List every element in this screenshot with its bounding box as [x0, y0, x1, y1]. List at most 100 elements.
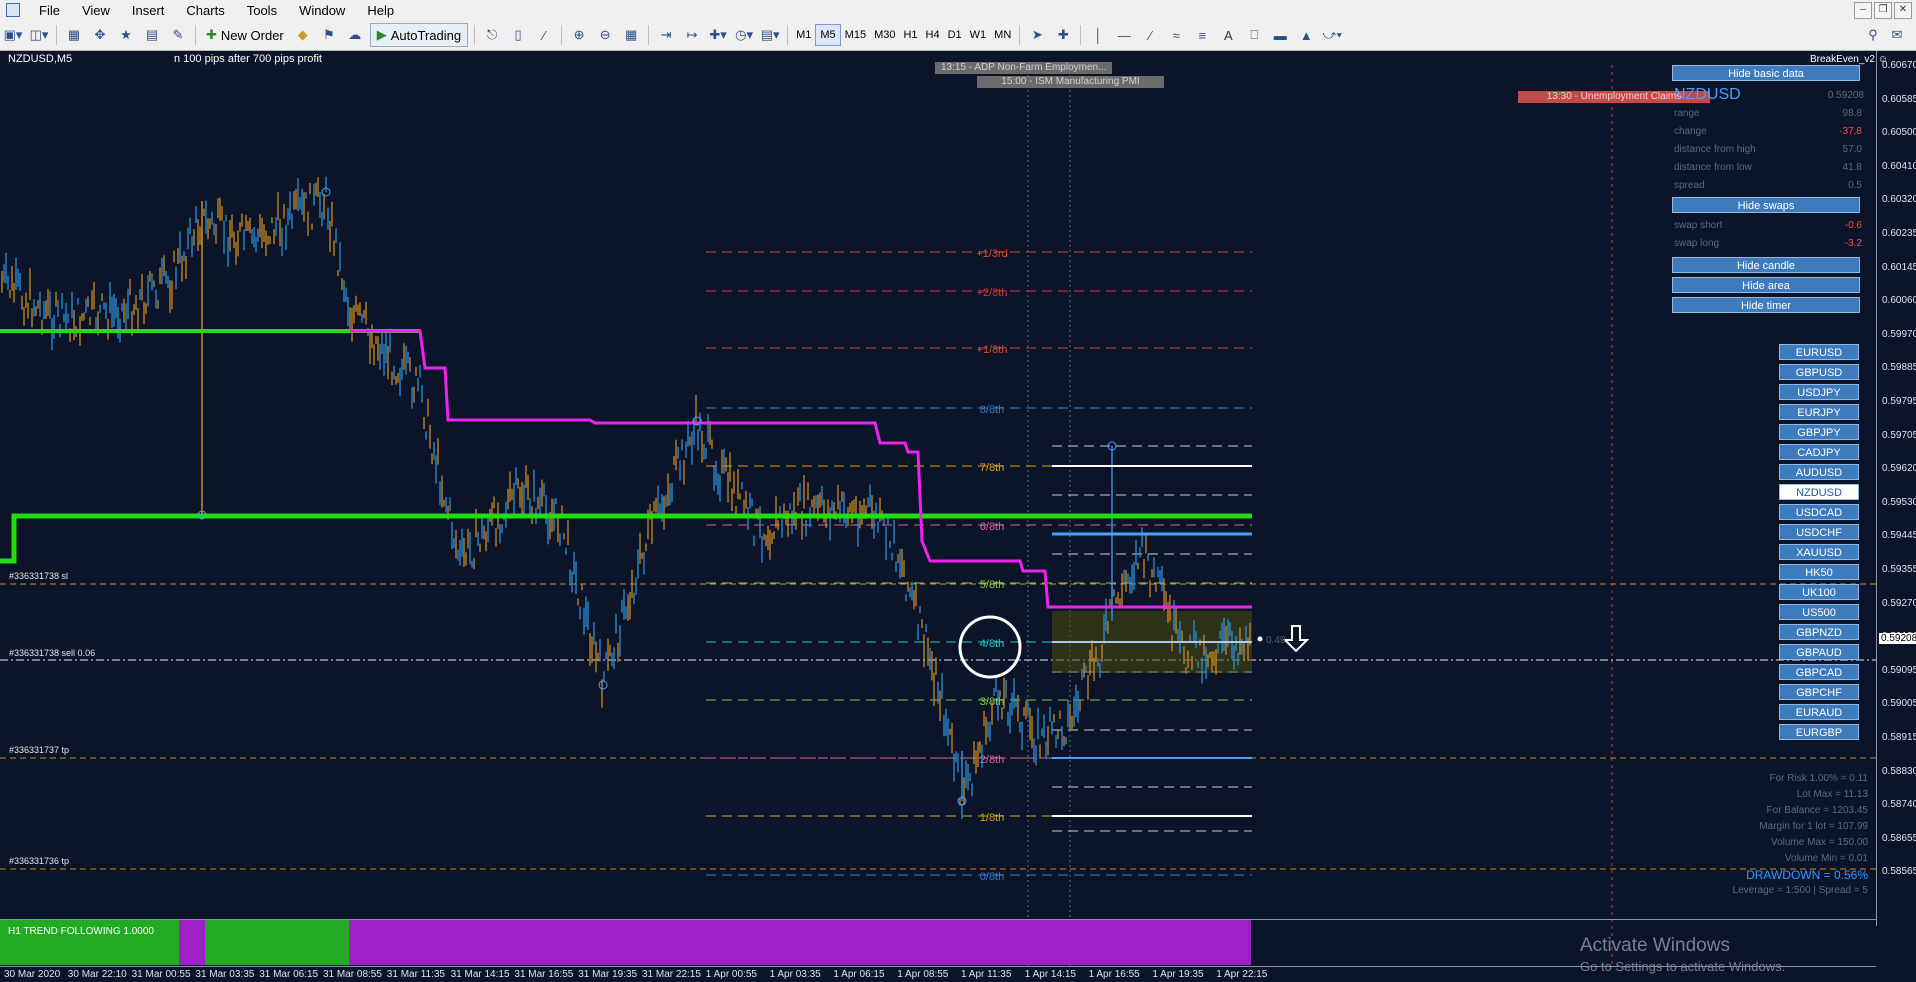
timeframe-m1[interactable]: M1: [792, 25, 815, 45]
indicators-icon[interactable]: ✚▾: [707, 24, 729, 46]
candle-chart-icon[interactable]: ▯: [507, 24, 529, 46]
menu-tools[interactable]: Tools: [236, 3, 288, 18]
panel-row: swap short -0.6: [1672, 217, 1864, 235]
symbol-button-gbpaud[interactable]: GBPAUD: [1779, 644, 1859, 660]
menu-charts[interactable]: Charts: [175, 3, 235, 18]
text-icon[interactable]: A: [1217, 24, 1239, 46]
navigator-icon[interactable]: ★: [115, 24, 137, 46]
templates-icon[interactable]: ▤▾: [759, 24, 781, 46]
autotrading-button[interactable]: ▶ AutoTrading: [369, 23, 469, 47]
horizontal-line-icon[interactable]: —: [1113, 24, 1135, 46]
timeframe-d1[interactable]: D1: [944, 25, 966, 45]
symbol-button-usdcad[interactable]: USDCAD: [1779, 504, 1859, 520]
symbol-button-gbpjpy[interactable]: GBPJPY: [1779, 424, 1859, 440]
fibonacci-icon[interactable]: ≡: [1191, 24, 1213, 46]
time-tick-label: 31 Mar 06:15: [259, 969, 319, 980]
price-tick-label: 0.59270: [1882, 597, 1916, 609]
menu-help[interactable]: Help: [356, 3, 405, 18]
price-chart[interactable]: +1/3rd +2/8th +1/8th 8/8th 7/8th 6/8th 5/8th 4/…: [0, 51, 1876, 981]
periods-icon[interactable]: ◷▾: [733, 24, 755, 46]
cursor-icon[interactable]: ➤: [1026, 24, 1048, 46]
chat-icon[interactable]: ✉: [1886, 24, 1908, 46]
menu-view[interactable]: View: [71, 3, 121, 18]
signals-icon[interactable]: ⚑: [318, 24, 340, 46]
arrows-icon[interactable]: ⤻▾: [1321, 24, 1343, 46]
hide-area-button[interactable]: Hide area: [1672, 277, 1860, 293]
data-window-icon[interactable]: ✥: [89, 24, 111, 46]
market-watch-icon[interactable]: ▦: [63, 24, 85, 46]
symbol-button-audusd[interactable]: AUDUSD: [1779, 464, 1859, 480]
new-chart-icon[interactable]: ▣▾: [2, 24, 24, 46]
current-price-label: 0.59208: [1879, 633, 1916, 644]
timeframe-mn[interactable]: MN: [990, 25, 1015, 45]
symbol-button-gbpcad[interactable]: GBPCAD: [1779, 664, 1859, 680]
symbol-button-cadjpy[interactable]: CADJPY: [1779, 444, 1859, 460]
bar-chart-icon[interactable]: ⎋: [481, 24, 503, 46]
new-order-button[interactable]: ✚ New Order: [202, 24, 288, 46]
chart-window[interactable]: +1/3rd +2/8th +1/8th 8/8th 7/8th 6/8th 5/8th 4/…: [0, 51, 1916, 981]
timeframe-w1[interactable]: W1: [966, 25, 991, 45]
menu-insert[interactable]: Insert: [121, 3, 176, 18]
terminal-icon[interactable]: ▤: [141, 24, 163, 46]
restore-icon[interactable]: ❐: [1874, 2, 1892, 19]
close-icon[interactable]: ✕: [1894, 2, 1912, 19]
hide-basic-data-button[interactable]: Hide basic data: [1672, 65, 1860, 81]
search-icon[interactable]: ⚲: [1862, 24, 1884, 46]
murrey-label: 5/8th: [980, 579, 1004, 591]
crosshair-icon[interactable]: ✚: [1052, 24, 1074, 46]
line-chart-icon[interactable]: ∕: [533, 24, 555, 46]
murrey-label: 1/8th: [980, 812, 1004, 824]
strategy-tester-icon[interactable]: ✎: [167, 24, 189, 46]
time-tick-label: 31 Mar 00:55: [131, 969, 191, 980]
timeframe-m5[interactable]: M5: [815, 24, 841, 46]
symbol-button-xauusd[interactable]: XAUUSD: [1779, 544, 1859, 560]
menu-window[interactable]: Window: [288, 3, 356, 18]
rectangle-icon[interactable]: ▬: [1269, 24, 1291, 46]
timeframe-m15[interactable]: M15: [841, 25, 870, 45]
panel-row: distance from low 41.8: [1672, 159, 1864, 177]
symbol-button-gbpusd[interactable]: GBPUSD: [1779, 364, 1859, 380]
text-label-icon[interactable]: ⎕: [1243, 24, 1265, 46]
triangle-icon[interactable]: ▲: [1295, 24, 1317, 46]
price-tick-label: 0.59620: [1882, 463, 1916, 475]
hide-swaps-button[interactable]: Hide swaps: [1672, 197, 1860, 213]
timeframe-m30[interactable]: M30: [870, 25, 899, 45]
symbol-button-us500[interactable]: US500: [1779, 604, 1859, 620]
chart-shift-icon[interactable]: ↦: [681, 24, 703, 46]
news-ism[interactable]: 15:00 - ISM Manufacturing PMI: [977, 76, 1164, 88]
green-trend-line: [0, 513, 1252, 564]
hide-candle-button[interactable]: Hide candle: [1672, 257, 1860, 273]
profiles-icon[interactable]: ◫▾: [28, 24, 50, 46]
menu-file[interactable]: File: [28, 3, 71, 18]
symbol-button-nzdusd[interactable]: NZDUSD: [1779, 484, 1859, 500]
hide-timer-button[interactable]: Hide timer: [1672, 297, 1860, 313]
murrey-label: 4/8th: [980, 638, 1004, 650]
symbol-button-gbpchf[interactable]: GBPCHF: [1779, 684, 1859, 700]
risk-line: Margin for 1 lot = 107.99: [1759, 821, 1868, 832]
symbol-button-eurusd[interactable]: EURUSD: [1779, 344, 1859, 360]
vps-icon[interactable]: ☁: [344, 24, 366, 46]
timeframe-h1[interactable]: H1: [899, 25, 921, 45]
symbol-button-usdchf[interactable]: USDCHF: [1779, 524, 1859, 540]
symbol-button-uk100[interactable]: UK100: [1779, 584, 1859, 600]
price-axis[interactable]: 0.60670 0.60585 0.60500 0.60410 0.60320 0.602…: [1876, 51, 1916, 926]
symbol-button-gbpnzd[interactable]: GBPNZD: [1779, 624, 1859, 640]
metaeditor-icon[interactable]: ◆: [292, 24, 314, 46]
autoscroll-icon[interactable]: ⇥: [655, 24, 677, 46]
vertical-line-icon[interactable]: │: [1087, 24, 1109, 46]
symbol-button-usdjpy[interactable]: USDJPY: [1779, 384, 1859, 400]
symbol-button-eurgbp[interactable]: EURGBP: [1779, 724, 1859, 740]
symbol-button-hk50[interactable]: HK50: [1779, 564, 1859, 580]
zoom-in-icon[interactable]: ⊕: [568, 24, 590, 46]
drawdown-label: DRAWDOWN = 0.56%: [1746, 868, 1868, 882]
channel-icon[interactable]: ≈: [1165, 24, 1187, 46]
symbol-button-euraud[interactable]: EURAUD: [1779, 704, 1859, 720]
news-adp[interactable]: 13:15 - ADP Non-Farm Employmen...: [935, 62, 1113, 74]
panel-symbol-price: 0.59208: [1827, 89, 1864, 101]
zoom-out-icon[interactable]: ⊖: [594, 24, 616, 46]
symbol-button-eurjpy[interactable]: EURJPY: [1779, 404, 1859, 420]
timeframe-h4[interactable]: H4: [922, 25, 944, 45]
minimize-icon[interactable]: –: [1854, 2, 1872, 19]
tile-windows-icon[interactable]: ▦: [620, 24, 642, 46]
trendline-icon[interactable]: ∕: [1139, 24, 1161, 46]
